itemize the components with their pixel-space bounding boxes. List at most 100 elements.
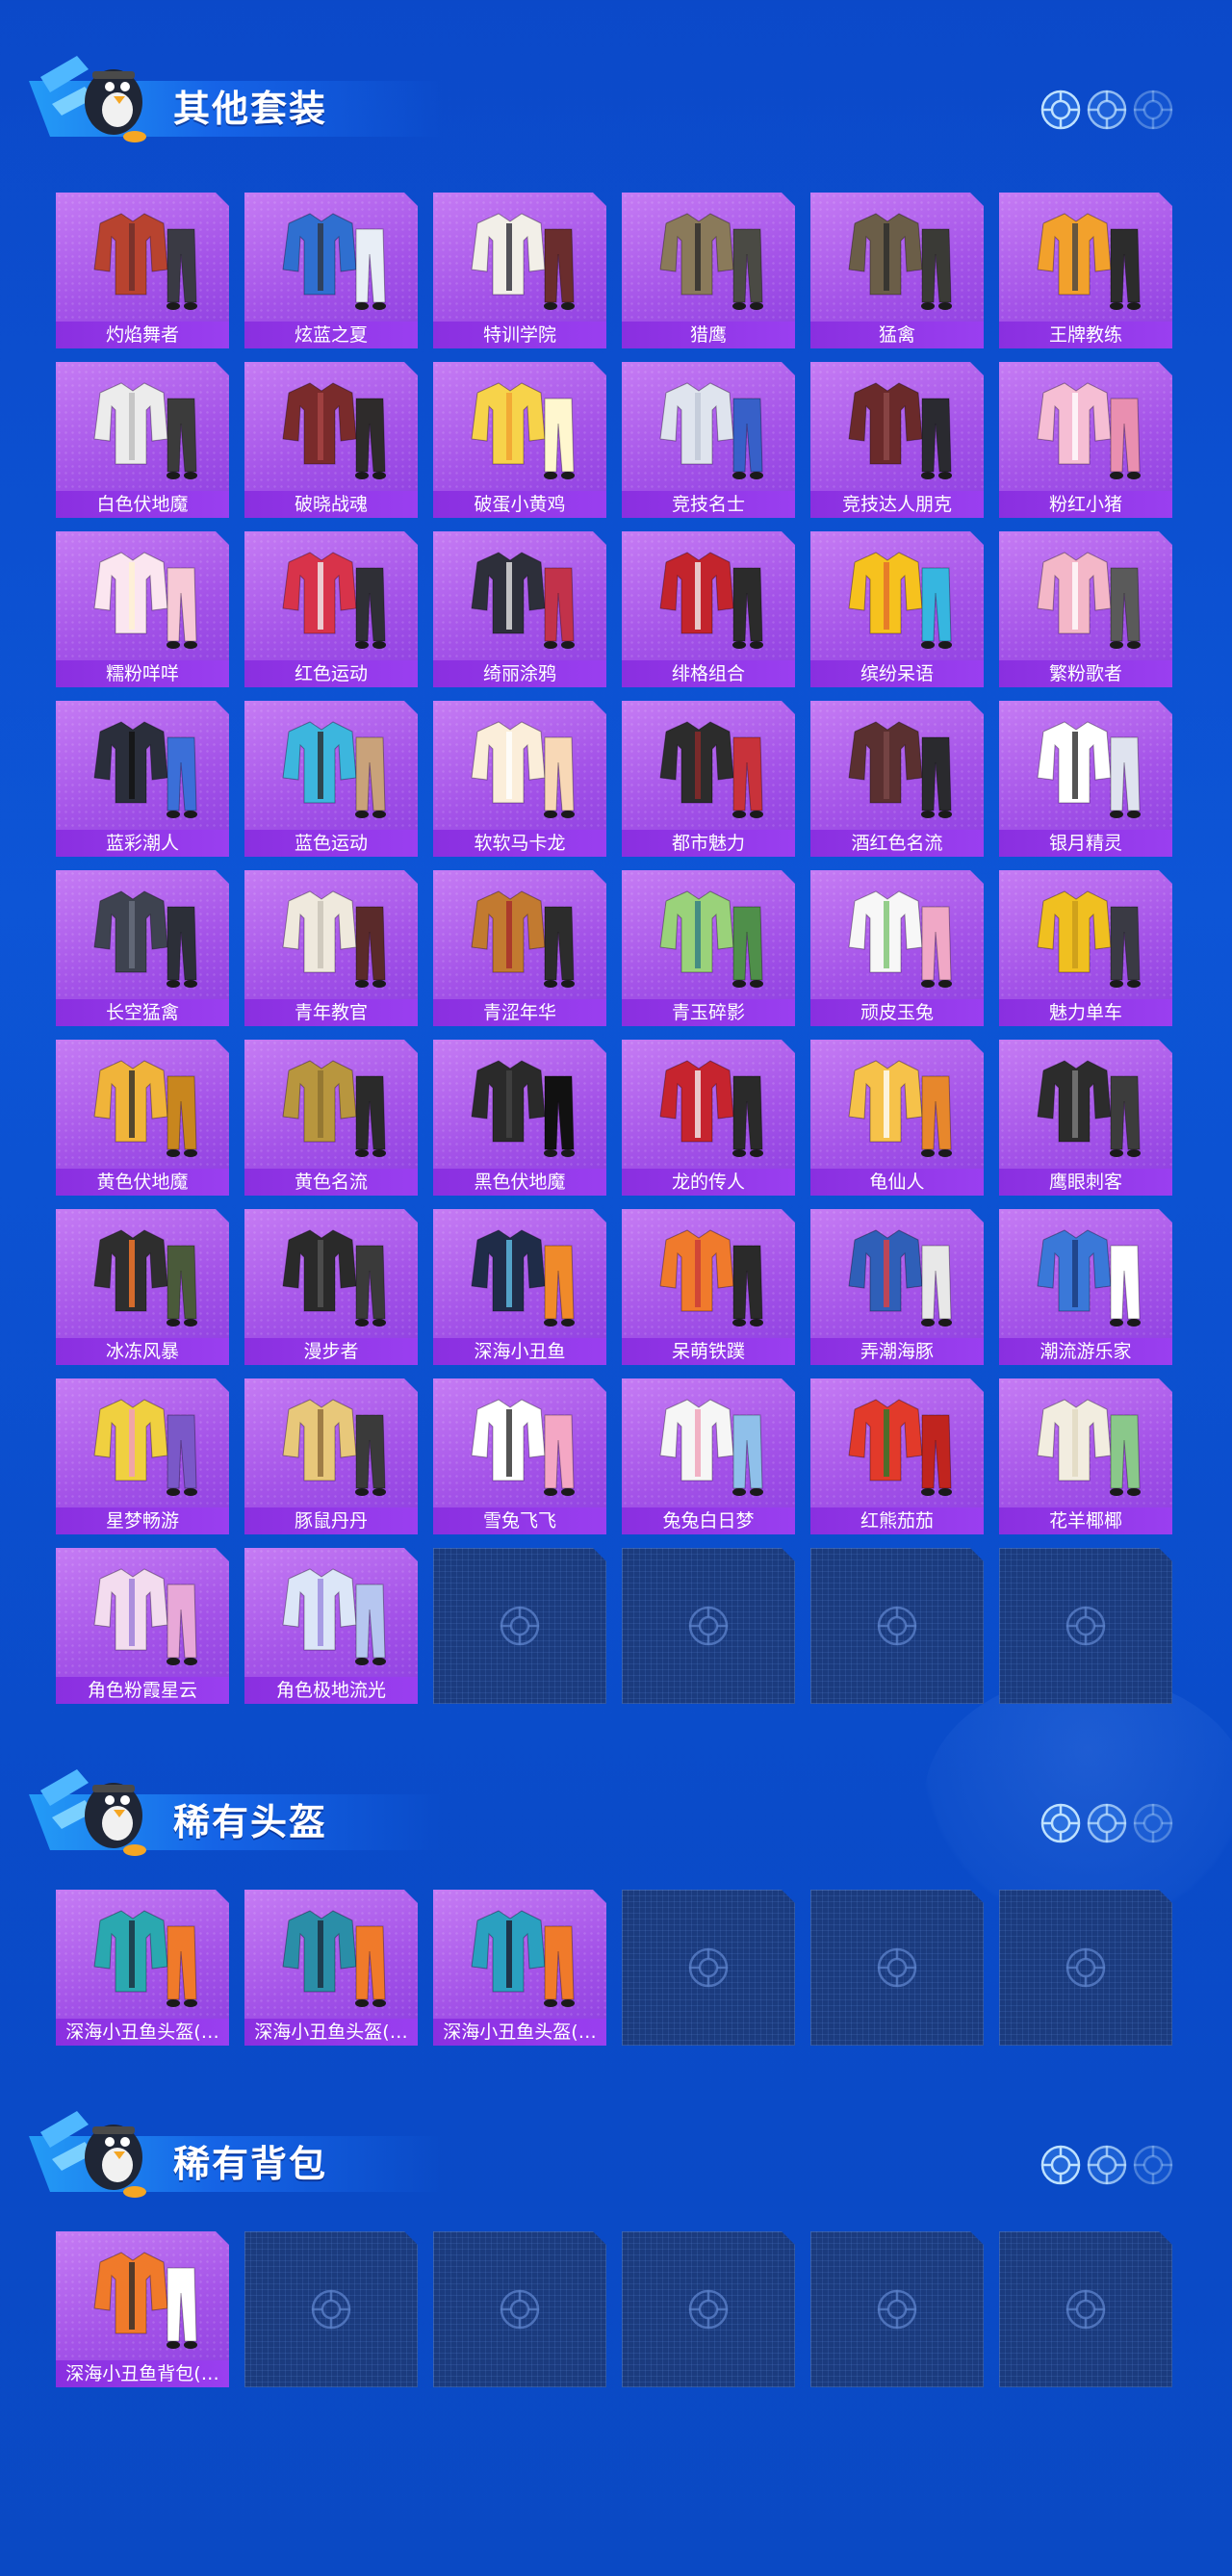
outfit-card[interactable]: 糯粉咩咩: [56, 531, 229, 687]
outfit-image: [271, 710, 391, 822]
outfit-name: 绮丽涂鸦: [433, 660, 606, 687]
outfit-card[interactable]: 炫蓝之夏: [244, 193, 418, 348]
outfit-card[interactable]: 黄色名流: [244, 1040, 418, 1196]
outfit-name: 深海小丑鱼头盔(…: [433, 2019, 606, 2046]
outfit-name: 深海小丑鱼: [433, 1338, 606, 1365]
outfit-card[interactable]: 潮流游乐家: [999, 1209, 1172, 1365]
outfit-card[interactable]: 深海小丑鱼头盔(…: [56, 1890, 229, 2046]
outfit-card[interactable]: 绯格组合: [622, 531, 795, 687]
outfit-image: [83, 1388, 202, 1500]
crosshair-icon: [1040, 1802, 1082, 1844]
outfit-card[interactable]: 魅力单车: [999, 870, 1172, 1026]
outfit-name: 白色伏地魔: [56, 491, 229, 518]
outfit-image: [1026, 710, 1145, 822]
outfit-name: 粉红小猪: [999, 491, 1172, 518]
outfit-name: 猎鹰: [622, 322, 795, 348]
outfit-card[interactable]: 破蛋小黄鸡: [433, 362, 606, 518]
outfit-card[interactable]: 花羊椰椰: [999, 1378, 1172, 1534]
outfit-card[interactable]: 冰冻风暴: [56, 1209, 229, 1365]
outfit-card[interactable]: 红色运动: [244, 531, 418, 687]
outfit-card[interactable]: 龟仙人: [810, 1040, 984, 1196]
section-header: 其他套装: [0, 48, 1232, 154]
outfit-card[interactable]: 绮丽涂鸦: [433, 531, 606, 687]
outfit-card[interactable]: 角色极地流光: [244, 1548, 418, 1704]
outfit-card[interactable]: 鹰眼刺客: [999, 1040, 1172, 1196]
section-title: 其他套装: [173, 88, 328, 130]
outfit-image: [837, 541, 957, 653]
outfit-card[interactable]: 兔兔白日梦: [622, 1378, 795, 1534]
outfit-card[interactable]: 蓝彩潮人: [56, 701, 229, 857]
outfit-card[interactable]: 呆萌铁蹼: [622, 1209, 795, 1365]
crosshair-slot-icon: [499, 2288, 541, 2331]
empty-slot: [999, 1890, 1172, 2046]
crosshair-icon: [1086, 2144, 1128, 2186]
crosshair-slot-icon: [499, 1605, 541, 1647]
outfit-card[interactable]: 繁粉歌者: [999, 531, 1172, 687]
outfit-card[interactable]: 顽皮玉兔: [810, 870, 984, 1026]
outfit-card[interactable]: 龙的传人: [622, 1040, 795, 1196]
outfit-card[interactable]: 特训学院: [433, 193, 606, 348]
outfit-card[interactable]: 竞技达人朋克: [810, 362, 984, 518]
outfit-image: [83, 372, 202, 483]
outfit-card[interactable]: 竞技名士: [622, 362, 795, 518]
outfit-card[interactable]: 白色伏地魔: [56, 362, 229, 518]
outfit-card[interactable]: 粉红小猪: [999, 362, 1172, 518]
outfit-name: 黑色伏地魔: [433, 1169, 606, 1196]
outfit-card[interactable]: 雪兔飞飞: [433, 1378, 606, 1534]
outfit-image: [460, 710, 579, 822]
outfit-card[interactable]: 猎鹰: [622, 193, 795, 348]
outfit-card[interactable]: 灼焰舞者: [56, 193, 229, 348]
outfit-image: [649, 1049, 768, 1161]
outfit-card[interactable]: 深海小丑鱼头盔(…: [244, 1890, 418, 2046]
outfit-card[interactable]: 深海小丑鱼: [433, 1209, 606, 1365]
empty-slot: [810, 1548, 984, 1704]
outfit-card[interactable]: 破晓战魂: [244, 362, 418, 518]
empty-slot: [244, 2231, 418, 2387]
outfit-name: 王牌教练: [999, 322, 1172, 348]
outfit-card[interactable]: 青玉碎影: [622, 870, 795, 1026]
outfit-image: [837, 1049, 957, 1161]
outfit-card[interactable]: 深海小丑鱼头盔(…: [433, 1890, 606, 2046]
outfit-image: [271, 1219, 391, 1330]
outfit-card[interactable]: 豚鼠丹丹: [244, 1378, 418, 1534]
outfit-card[interactable]: 黄色伏地魔: [56, 1040, 229, 1196]
empty-slot: [622, 2231, 795, 2387]
outfit-card[interactable]: 漫步者: [244, 1209, 418, 1365]
outfit-card[interactable]: 角色粉霞星云: [56, 1548, 229, 1704]
outfit-name: 软软马卡龙: [433, 830, 606, 857]
outfit-card[interactable]: 青涩年华: [433, 870, 606, 1026]
outfit-name: 繁粉歌者: [999, 660, 1172, 687]
outfit-card[interactable]: 深海小丑鱼背包(…: [56, 2231, 229, 2387]
outfit-card[interactable]: 软软马卡龙: [433, 701, 606, 857]
outfit-image: [271, 1899, 391, 2011]
outfit-card[interactable]: 酒红色名流: [810, 701, 984, 857]
outfit-card[interactable]: 猛禽: [810, 193, 984, 348]
outfit-card[interactable]: 蓝色运动: [244, 701, 418, 857]
outfit-card[interactable]: 弄潮海豚: [810, 1209, 984, 1365]
outfit-image: [837, 1388, 957, 1500]
empty-slot: [999, 2231, 1172, 2387]
outfit-card[interactable]: 星梦畅游: [56, 1378, 229, 1534]
outfit-card[interactable]: 王牌教练: [999, 193, 1172, 348]
outfit-name: 星梦畅游: [56, 1507, 229, 1534]
outfit-name: 破蛋小黄鸡: [433, 491, 606, 518]
outfit-card[interactable]: 黑色伏地魔: [433, 1040, 606, 1196]
outfit-card[interactable]: 银月精灵: [999, 701, 1172, 857]
outfit-name: 蓝彩潮人: [56, 830, 229, 857]
outfit-card[interactable]: 都市魅力: [622, 701, 795, 857]
outfit-image: [1026, 1219, 1145, 1330]
outfit-name: 灼焰舞者: [56, 322, 229, 348]
empty-slot: [433, 1548, 606, 1704]
outfit-name: 鹰眼刺客: [999, 1169, 1172, 1196]
outfit-card[interactable]: 青年教官: [244, 870, 418, 1026]
outfit-card[interactable]: 长空猛禽: [56, 870, 229, 1026]
outfit-image: [460, 1899, 579, 2011]
outfit-card[interactable]: 红熊茄茄: [810, 1378, 984, 1534]
crosshair-decoration: [1040, 1802, 1213, 1848]
outfit-name: 冰冻风暴: [56, 1338, 229, 1365]
outfit-image: [1026, 1388, 1145, 1500]
outfit-image: [1026, 1049, 1145, 1161]
outfit-card[interactable]: 缤纷呆语: [810, 531, 984, 687]
outfit-name: 银月精灵: [999, 830, 1172, 857]
crosshair-decoration: [1040, 2144, 1213, 2190]
